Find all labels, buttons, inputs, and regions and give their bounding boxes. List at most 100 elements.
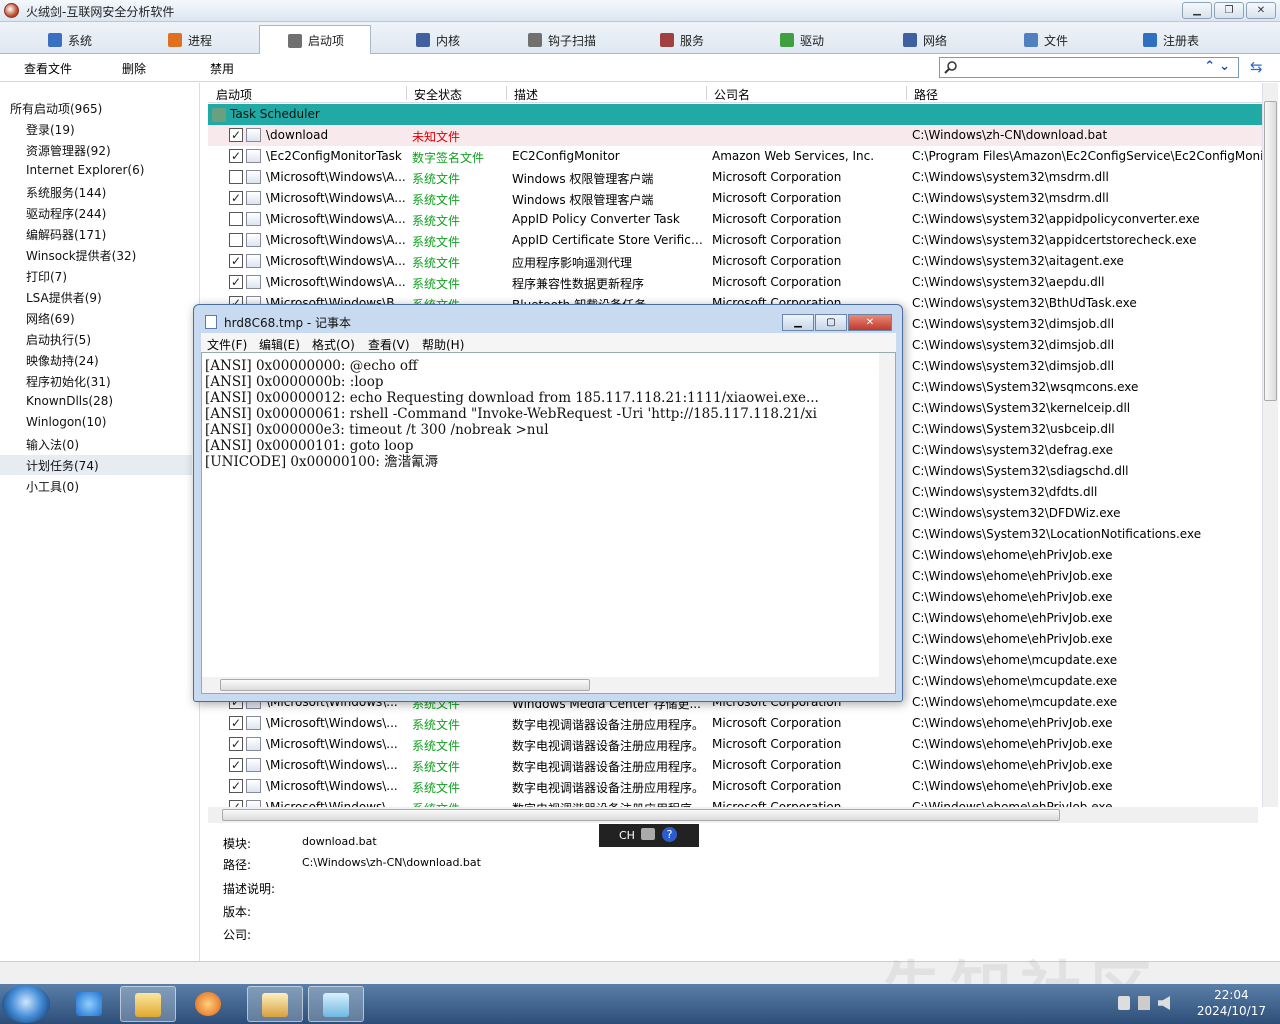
disable-button[interactable]: 禁用 <box>210 60 234 77</box>
taskbar-media-player[interactable] <box>181 986 237 1022</box>
sidebar-item[interactable]: 小工具(0) <box>26 478 79 495</box>
column-header[interactable]: 描述 <box>514 86 538 103</box>
notepad-maximize-button[interactable]: ▢ <box>815 314 847 331</box>
menu-edit[interactable]: 编辑(E) <box>259 336 300 353</box>
row-checkbox[interactable]: ✓ <box>229 128 243 142</box>
column-header[interactable]: 公司名 <box>714 86 750 103</box>
flag-icon[interactable] <box>1118 996 1130 1010</box>
maximize-button[interactable]: ❐ <box>1214 2 1244 19</box>
table-row[interactable]: ✓ \Microsoft\Windows\... 系统文件 数字电视调谐器设备注册应用… <box>208 734 1262 755</box>
table-row[interactable]: \Microsoft\Windows\A... 系统文件 AppID Policy … <box>208 209 1262 230</box>
row-checkbox[interactable]: ✓ <box>229 737 243 751</box>
sidebar-item[interactable]: 所有启动项(965) <box>10 100 102 117</box>
taskbar-ie[interactable] <box>62 986 118 1022</box>
sidebar-item[interactable]: 网络(69) <box>26 310 75 327</box>
column-header[interactable]: 安全状态 <box>414 86 462 103</box>
row-checkbox[interactable]: ✓ <box>229 716 243 730</box>
table-row[interactable]: ✓ \Microsoft\Windows\... 系统文件 数字电视调谐器设备注册应用… <box>208 755 1262 776</box>
row-checkbox[interactable]: ✓ <box>229 254 243 268</box>
tab-9[interactable]: 注册表 <box>1135 26 1199 54</box>
table-row[interactable]: ✓ \Microsoft\Windows\... 系统文件 数字电视调谐器设备注册应用… <box>208 776 1262 797</box>
view-file-button[interactable]: 查看文件 <box>24 60 72 77</box>
table-row[interactable]: ✓ \Microsoft\Windows\A... 系统文件 程序兼容性数据更新程序 M… <box>208 272 1262 293</box>
notepad-horizontal-scrollbar[interactable] <box>202 677 895 693</box>
group-row[interactable]: Task Scheduler <box>208 104 1262 125</box>
sidebar-item[interactable]: 系统服务(144) <box>26 184 106 201</box>
table-row[interactable]: ✓ \Microsoft\Windows\A... 系统文件 Windows 权限管理… <box>208 188 1262 209</box>
notepad-minimize-button[interactable]: ▁ <box>782 314 814 331</box>
table-row[interactable]: ✓ \Microsoft\Windows\... 系统文件 数字电视调谐器设备注册应用… <box>208 797 1262 807</box>
notepad-text-area[interactable]: [ANSI] 0x00000000: @echo off [ANSI] 0x000… <box>201 352 896 694</box>
sidebar-item[interactable]: 登录(19) <box>26 121 75 138</box>
tab-2[interactable]: 启动项 <box>259 25 371 55</box>
sidebar-item[interactable]: 程序初始化(31) <box>26 373 111 390</box>
taskbar-explorer[interactable] <box>120 986 176 1022</box>
table-row[interactable]: ✓ \Microsoft\Windows\... 系统文件 数字电视调谐器设备注册应用… <box>208 713 1262 734</box>
tab-6[interactable]: 驱动 <box>772 26 824 54</box>
row-checkbox[interactable] <box>229 170 243 184</box>
sidebar-item[interactable]: LSA提供者(9) <box>26 289 102 306</box>
sidebar-item[interactable]: 驱动程序(244) <box>26 205 106 222</box>
table-row[interactable]: ✓ \Ec2ConfigMonitorTask 数字签名文件 EC2ConfigMon… <box>208 146 1262 167</box>
sidebar-item[interactable]: 映像劫持(24) <box>26 352 99 369</box>
taskbar-huorong[interactable] <box>247 986 303 1022</box>
row-checkbox[interactable]: ✓ <box>229 779 243 793</box>
search-input[interactable]: ⌃⌄ <box>939 57 1239 78</box>
ime-language[interactable]: CH <box>619 829 635 842</box>
sidebar-item[interactable]: 输入法(0) <box>26 436 79 453</box>
tab-8[interactable]: 文件 <box>1016 26 1068 54</box>
sidebar-item[interactable]: KnownDlls(28) <box>26 394 113 408</box>
sidebar-item[interactable]: 资源管理器(92) <box>26 142 111 159</box>
table-row[interactable]: ✓ \download 未知文件 C:\Windows\zh-CN\download.… <box>208 125 1262 146</box>
tab-3[interactable]: 内核 <box>408 26 460 54</box>
minimize-button[interactable]: ▁ <box>1182 2 1212 19</box>
close-button[interactable]: ✕ <box>1246 2 1276 19</box>
row-checkbox[interactable]: ✓ <box>229 758 243 772</box>
sidebar-item[interactable]: 编解码器(171) <box>26 226 106 243</box>
row-checkbox[interactable] <box>229 233 243 247</box>
tab-0[interactable]: 系统 <box>40 26 92 54</box>
notepad-vertical-scrollbar[interactable] <box>879 353 895 677</box>
tab-1[interactable]: 进程 <box>160 26 212 54</box>
refresh-icon[interactable]: ⇆ <box>1250 58 1263 76</box>
network-icon[interactable] <box>1138 996 1150 1010</box>
keyboard-icon[interactable] <box>641 828 655 840</box>
column-header[interactable]: 路径 <box>914 86 938 103</box>
menu-view[interactable]: 查看(V) <box>368 336 410 353</box>
tab-4[interactable]: 钩子扫描 <box>520 26 596 54</box>
column-header[interactable]: 启动项 <box>216 86 252 103</box>
task-icon <box>246 254 261 268</box>
sidebar-item[interactable]: 打印(7) <box>26 268 67 285</box>
menu-file[interactable]: 文件(F) <box>207 336 247 353</box>
sidebar-item[interactable]: Internet Explorer(6) <box>26 163 144 177</box>
horizontal-scrollbar[interactable] <box>208 807 1258 823</box>
clock[interactable]: 22:04 2024/10/17 <box>1197 987 1266 1019</box>
sidebar-item[interactable]: 启动执行(5) <box>26 331 91 348</box>
ime-toolbar[interactable]: CH ? <box>599 824 699 847</box>
menu-format[interactable]: 格式(O) <box>312 336 355 353</box>
delete-button[interactable]: 删除 <box>122 60 146 77</box>
sidebar-item[interactable]: 计划任务(74) <box>0 455 192 475</box>
table-row[interactable]: \Microsoft\Windows\A... 系统文件 AppID Certifi… <box>208 230 1262 251</box>
row-checkbox[interactable]: ✓ <box>229 149 243 163</box>
tab-7[interactable]: 网络 <box>895 26 947 54</box>
notepad-close-button[interactable]: ✕ <box>848 314 892 331</box>
volume-icon[interactable] <box>1158 996 1170 1010</box>
notepad-content[interactable]: [ANSI] 0x00000000: @echo off [ANSI] 0x000… <box>205 358 819 470</box>
tab-5[interactable]: 服务 <box>652 26 704 54</box>
start-button[interactable] <box>2 985 50 1023</box>
menu-help[interactable]: 帮助(H) <box>422 336 464 353</box>
taskbar-notepad[interactable] <box>308 986 364 1022</box>
help-icon[interactable]: ? <box>662 827 677 842</box>
row-checkbox[interactable]: ✓ <box>229 191 243 205</box>
table-row[interactable]: \Microsoft\Windows\A... 系统文件 Windows 权限管理客… <box>208 167 1262 188</box>
notepad-window[interactable]: hrd8C68.tmp - 记事本 ▁ ▢ ✕ 文件(F) 编辑(E) 格式(O… <box>193 304 903 702</box>
row-checkbox[interactable]: ✓ <box>229 275 243 289</box>
sidebar-item[interactable]: Winsock提供者(32) <box>26 247 136 264</box>
row-checkbox[interactable]: ✓ <box>229 800 243 807</box>
row-checkbox[interactable] <box>229 212 243 226</box>
search-nav-icons[interactable]: ⌃⌄ <box>1204 59 1234 74</box>
table-row[interactable]: ✓ \Microsoft\Windows\A... 系统文件 应用程序影响遥测代理 Mi… <box>208 251 1262 272</box>
sidebar-item[interactable]: Winlogon(10) <box>26 415 106 429</box>
vertical-scrollbar[interactable] <box>1262 83 1278 807</box>
